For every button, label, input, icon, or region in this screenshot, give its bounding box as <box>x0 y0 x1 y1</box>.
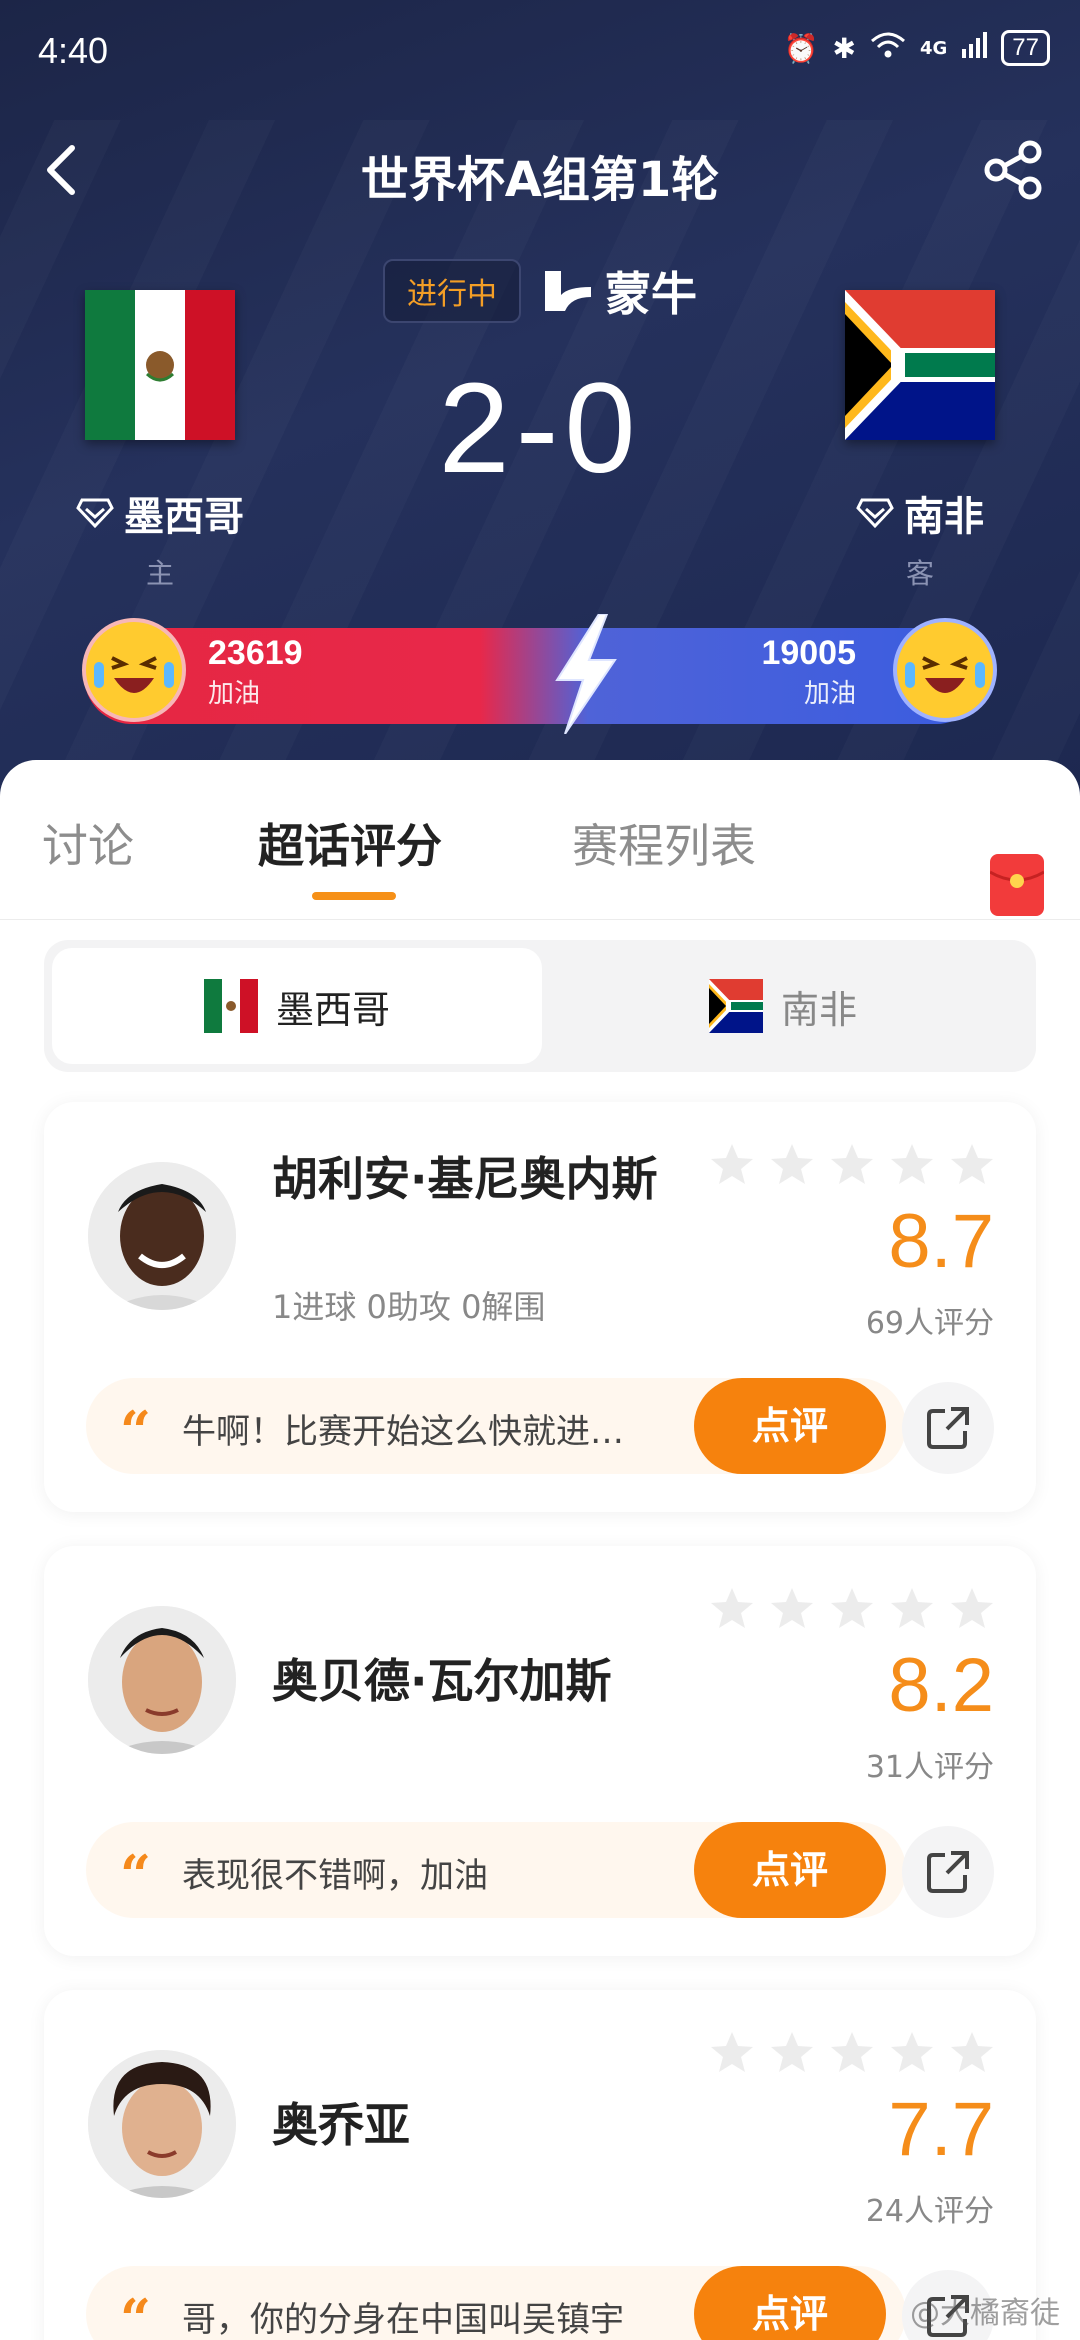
external-link-icon <box>927 1851 969 1893</box>
player-avatar <box>88 1162 236 1310</box>
tab-discussion[interactable]: 讨论 <box>42 810 134 876</box>
home-role: 主 <box>145 557 174 590</box>
away-cheer-count: 19005 <box>761 634 856 672</box>
raters-count: 24人评分 <box>865 2194 994 2229</box>
star-icon[interactable] <box>710 1586 754 1630</box>
share-icon[interactable] <box>982 138 1046 202</box>
home-cheer[interactable]: 23619 加油 <box>208 634 303 710</box>
status-icons: ⏰ ✱ 4G 77 <box>784 30 1050 66</box>
open-detail-button[interactable] <box>902 1382 994 1474</box>
player-card[interactable]: 胡利安·基尼奥内斯 1进球 0助攻 0解围 8.7 69人评分 “ 牛啊！比赛开… <box>44 1102 1036 1512</box>
star-icon[interactable] <box>950 1586 994 1630</box>
player-name: 胡利安·基尼奥内斯 <box>272 1152 658 1206</box>
away-role: 客 <box>905 557 934 590</box>
player-card[interactable]: 奥乔亚 7.7 24人评分 “ 哥，你的分身在中国叫吴镇宇 点评 <box>44 1990 1036 2340</box>
active-tab-indicator <box>312 892 396 900</box>
home-cheer-count: 23619 <box>208 634 303 672</box>
team-switch-away-label: 南非 <box>780 987 857 1032</box>
away-team-label: 南非 <box>904 494 984 540</box>
star-icon[interactable] <box>950 1142 994 1186</box>
alarm-icon: ⏰ <box>783 31 819 65</box>
south-africa-flag-icon <box>708 979 763 1033</box>
page-title: 世界杯A组第1轮 <box>360 152 720 208</box>
review-button[interactable]: 点评 <box>694 1378 886 1474</box>
star-icon[interactable] <box>710 1142 754 1186</box>
review-button[interactable]: 点评 <box>694 2266 886 2340</box>
rating-stars[interactable] <box>710 1586 994 1630</box>
signal-icon <box>961 31 988 65</box>
raters-count: 31人评分 <box>865 1750 994 1785</box>
star-icon[interactable] <box>770 1586 814 1630</box>
star-icon[interactable] <box>890 1142 934 1186</box>
team-switch-home[interactable]: 墨西哥 <box>52 948 542 1064</box>
player-name: 奥贝德·瓦尔加斯 <box>272 1654 612 1708</box>
status-bar: 4:40 ⏰ ✱ 4G 77 <box>0 0 1080 100</box>
bluetooth-icon: ✱ <box>832 31 856 65</box>
status-time: 4:40 <box>38 30 109 71</box>
player-card[interactable]: 奥贝德·瓦尔加斯 8.2 31人评分 “ 表现很不错啊，加油 点评 <box>44 1546 1036 1956</box>
sponsor-name: 蒙牛 <box>605 267 697 321</box>
battery-icon: 77 <box>1001 30 1050 66</box>
star-icon[interactable] <box>890 1586 934 1630</box>
tab-bar: 讨论 超话评分 赛程列表 <box>0 810 1080 920</box>
player-rating: 7.7 <box>888 2087 994 2172</box>
review-button[interactable]: 点评 <box>694 1822 886 1918</box>
raters-count: 69人评分 <box>865 1306 994 1341</box>
external-link-icon <box>927 1407 969 1449</box>
watermark: @大橘裔徒 <box>910 2296 1060 2331</box>
player-avatar <box>88 1606 236 1754</box>
away-cheer-label: 加油 <box>803 679 856 709</box>
open-detail-button[interactable] <box>902 1826 994 1918</box>
player-stats: 1进球 0助攻 0解围 <box>272 1288 546 1326</box>
away-cheer[interactable]: 19005 加油 <box>761 634 856 710</box>
team-switch: 墨西哥 南非 <box>44 940 1036 1072</box>
network-label: 4G <box>919 37 948 59</box>
star-icon[interactable] <box>830 1142 874 1186</box>
sponsor-mark-icon <box>545 271 591 311</box>
team-switch-home-label: 墨西哥 <box>275 987 390 1032</box>
star-icon[interactable] <box>830 1586 874 1630</box>
red-packet-icon[interactable] <box>990 854 1044 916</box>
away-team-name: 南非 <box>800 484 1040 542</box>
player-rating: 8.2 <box>888 1643 994 1728</box>
mexico-flag-icon <box>203 979 258 1033</box>
rating-stars[interactable] <box>710 1142 994 1186</box>
top-nav: 世界杯A组第1轮 <box>0 120 1080 220</box>
live-status-badge: 进行中 <box>383 259 521 323</box>
cheer-emoji-icon[interactable] <box>82 618 186 722</box>
home-cheer-label: 加油 <box>208 679 261 709</box>
cheer-bar: 23619 加油 19005 加油 <box>84 628 984 724</box>
tab-schedule[interactable]: 赛程列表 <box>572 810 756 876</box>
quote-icon: “ <box>120 1843 152 1907</box>
player-rating: 8.7 <box>888 1199 994 1284</box>
south-africa-flag-icon <box>845 290 995 440</box>
team-switch-away[interactable]: 南非 <box>538 948 1028 1064</box>
star-icon[interactable] <box>770 1142 814 1186</box>
cheer-emoji-icon[interactable] <box>893 618 997 722</box>
player-avatar <box>88 2050 236 2198</box>
content-panel: 讨论 超话评分 赛程列表 墨西哥 南非 胡利安·基尼奥内斯 1进球 0助攻 0解… <box>0 760 1080 2340</box>
star-icon[interactable] <box>710 2030 754 2074</box>
tab-rating[interactable]: 超话评分 <box>258 810 442 876</box>
diamond-icon <box>856 498 894 529</box>
sponsor-logo: 蒙牛 <box>541 258 697 324</box>
star-icon[interactable] <box>830 2030 874 2074</box>
comment-text: 哥，你的分身在中国叫吴镇宇 <box>182 2300 624 2340</box>
comment-text: 牛啊！比赛开始这么快就进… <box>182 1412 624 1452</box>
star-icon[interactable] <box>770 2030 814 2074</box>
quote-icon: “ <box>120 1399 152 1463</box>
quote-icon: “ <box>120 2287 152 2340</box>
star-icon[interactable] <box>950 2030 994 2074</box>
lightning-icon <box>555 614 617 734</box>
rating-stars[interactable] <box>710 2030 994 2074</box>
star-icon[interactable] <box>890 2030 934 2074</box>
away-team[interactable]: 南非 客 <box>800 290 1040 592</box>
comment-text: 表现很不错啊，加油 <box>182 1856 488 1896</box>
wifi-icon <box>870 31 906 66</box>
player-name: 奥乔亚 <box>272 2098 410 2152</box>
